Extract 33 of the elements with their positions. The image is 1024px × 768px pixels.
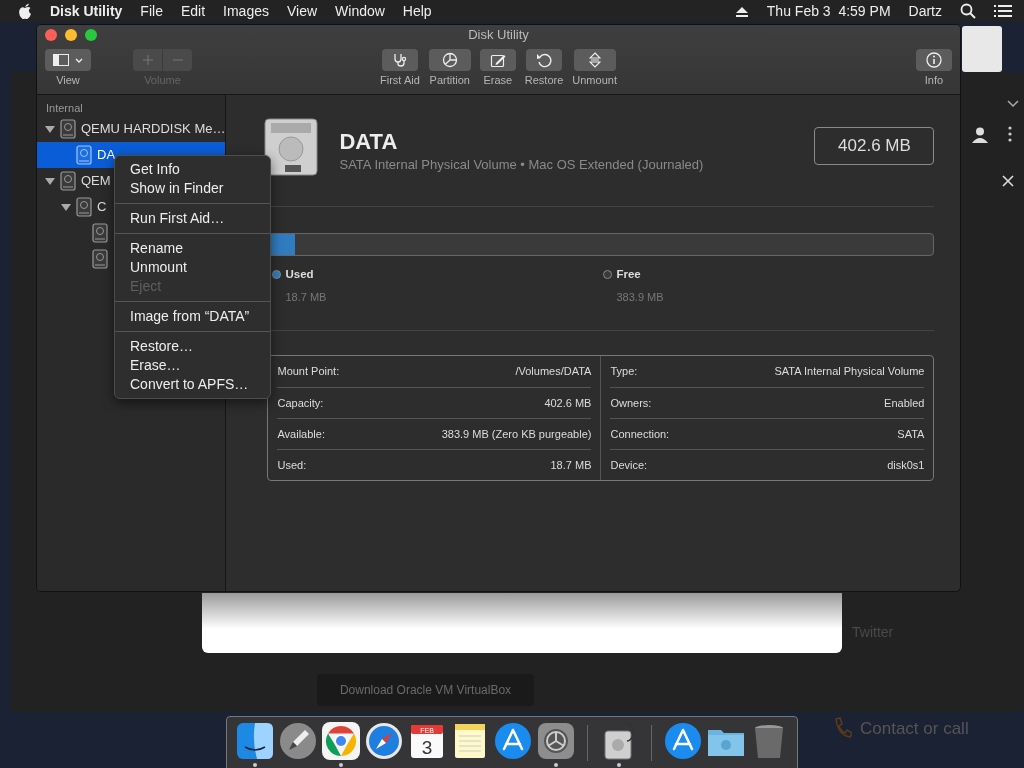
detail-value: /Volumes/DATA [515,364,592,379]
detail-value: SATA [897,426,925,442]
detail-label: Type: [610,364,638,379]
detail-value: disk0s1 [887,457,925,473]
legend-label: Used [285,267,314,282]
toolbar-label: Partition [429,74,470,87]
toolbar-label: Restore [524,74,564,87]
detail-label: Capacity: [277,395,324,411]
toolbar-label: Erase [483,74,513,87]
detail-label: Used: [277,457,307,473]
section-header: Internal [45,101,84,116]
detail-label: Available: [277,426,325,442]
legend-label: Free [616,267,641,282]
volume-size: 402.6 MB [814,127,935,165]
toolbar-label: View [56,74,80,87]
legend-value: 18.7 MB [284,290,328,306]
detail-label: Mount Point: [277,364,340,379]
toolbar-label: First Aid [380,74,420,87]
detail-value: SATA Internal Physical Volume [774,364,925,379]
legend-value: 383.9 MB [615,290,665,306]
detail-label: Connection: [610,426,670,442]
detail-value: Enabled [884,395,925,411]
detail-label: Device: [610,457,648,473]
volume-name: DATA [339,129,399,155]
window-title: Disk Utility [468,26,529,44]
toolbar-label: Info [924,74,944,87]
detail-value: 18.7 MB [550,457,592,473]
volume-description: SATA Internal Physical Volume • Mac OS Extended (Journaled) [339,156,704,174]
calendar-day: 3 [421,737,432,758]
detail-label: Owners: [610,395,652,411]
detail-value: 383.9 MB (Zero KB purgeable) [441,426,592,442]
detail-value: 402.6 MB [544,395,592,411]
toolbar-label: Unmount [572,74,617,87]
